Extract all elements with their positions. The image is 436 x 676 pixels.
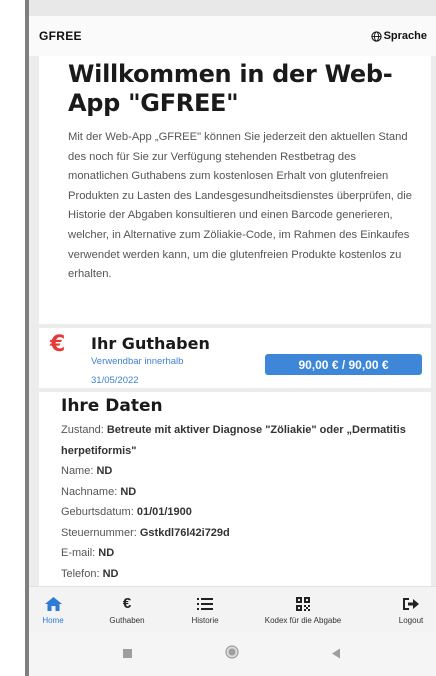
recent-apps-button[interactable] — [122, 646, 133, 664]
guthaben-validity-label: Verwendbar innerhalb — [91, 356, 184, 367]
logout-icon — [403, 596, 419, 612]
data-row-nachname: Nachname: ND — [61, 482, 419, 503]
data-row-email: E-mail: ND — [61, 543, 419, 564]
data-row-geburtsdatum: Geburtsdatum: 01/01/1900 — [61, 502, 419, 523]
app-header: GFREE Sprache — [29, 16, 436, 56]
nav-home[interactable]: Home — [33, 587, 73, 633]
daten-title: Ihre Daten — [61, 396, 163, 416]
data-label: Geburtsdatum: — [61, 506, 137, 518]
data-row-zustand: Zustand: Betreute mit aktiver Diagnose "… — [61, 420, 419, 461]
system-nav-bar — [29, 632, 436, 676]
qr-code-icon — [296, 596, 310, 612]
data-label: Zustand: — [61, 424, 107, 436]
daten-card: Ihre Daten Zustand: Betreute mit aktiver… — [39, 392, 431, 586]
nav-home-label: Home — [42, 615, 64, 625]
globe-icon — [370, 30, 382, 42]
home-icon — [44, 596, 62, 612]
nav-historie[interactable]: Historie — [181, 587, 229, 633]
euro-icon: € — [122, 595, 132, 612]
welcome-card: Willkommen in der Web-App "GFREE" Mit de… — [39, 56, 431, 324]
square-icon — [123, 649, 132, 658]
welcome-title: Willkommen in der Web-App "GFREE" — [68, 60, 393, 117]
nav-guthaben-label: Guthaben — [109, 615, 145, 625]
language-button[interactable]: Sprache — [370, 30, 427, 42]
guthaben-card: € Ihr Guthaben Verwendbar innerhalb 31/0… — [39, 328, 431, 388]
data-row-name: Name: ND — [61, 461, 419, 482]
data-value: ND — [102, 567, 119, 580]
nav-guthaben[interactable]: € Guthaben — [99, 587, 155, 633]
nav-logout[interactable]: Logout — [391, 587, 431, 633]
guthaben-validity-date: 31/05/2022 — [91, 375, 139, 386]
language-label: Sprache — [383, 30, 427, 42]
data-value: ND — [96, 465, 113, 477]
app-brand: GFREE — [39, 29, 82, 43]
data-value: Gstkdl76l42i729d — [139, 526, 230, 539]
data-label: Nachname: — [61, 485, 121, 498]
guthaben-title: Ihr Guthaben — [91, 334, 210, 353]
list-icon — [197, 596, 213, 612]
data-label: E-mail: — [61, 547, 99, 559]
euro-icon: € — [50, 332, 66, 357]
back-system-button[interactable] — [331, 646, 341, 664]
data-value: ND — [98, 547, 115, 559]
guthaben-validity: Verwendbar innerhalb 31/05/2022 — [91, 352, 183, 390]
status-bar — [25, 0, 436, 16]
nav-kodex[interactable]: Kodex für die Abgabe — [251, 587, 355, 633]
nav-logout-label: Logout — [398, 615, 424, 625]
data-label: Steuernummer: — [61, 526, 140, 539]
nav-kodex-label: Kodex für die Abgabe — [264, 615, 342, 625]
circle-icon — [225, 645, 239, 659]
welcome-text: Mit der Web-App „GFREE" können Sie jeder… — [68, 131, 412, 281]
guthaben-amount-badge: 90,00 € / 90,00 € — [265, 354, 422, 375]
home-system-button[interactable] — [225, 645, 239, 664]
data-row-telefon: Telefon: ND — [61, 564, 419, 585]
data-row-steuernummer: Steuernummer: Gstkdl76l42i729d — [61, 523, 419, 544]
data-value: 01/01/1900 — [136, 506, 192, 518]
bottom-nav: Home € Guthaben Historie Kodex für die A… — [29, 586, 436, 632]
data-label: Telefon: — [61, 567, 103, 580]
phone-frame: GFREE Sprache Willkommen in der Web-App … — [25, 0, 436, 676]
data-label: Name: — [61, 465, 97, 477]
nav-historie-label: Historie — [191, 615, 219, 625]
back-triangle-icon — [332, 648, 340, 659]
data-value: ND — [120, 485, 137, 498]
data-value: Betreute mit aktiver Diagnose "Zöliakie"… — [61, 424, 406, 457]
main-content[interactable]: Willkommen in der Web-App "GFREE" Mit de… — [29, 56, 436, 586]
